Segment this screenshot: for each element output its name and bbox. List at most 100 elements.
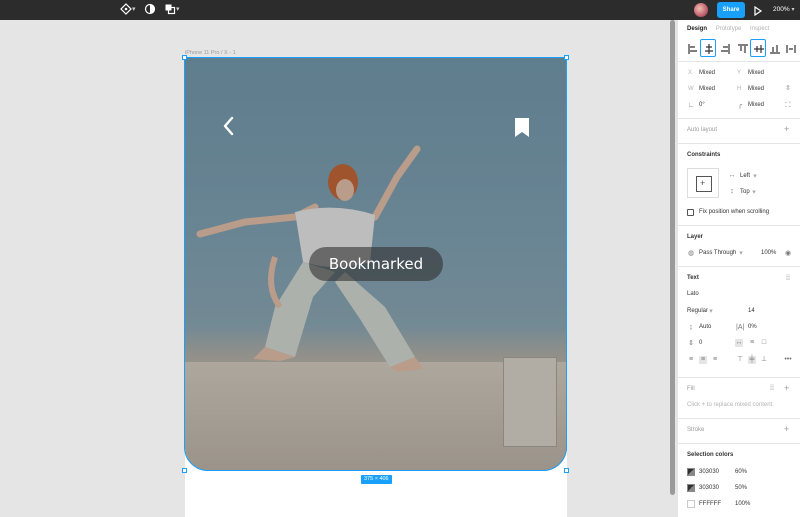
corner-radius-input[interactable]: Mixed: [748, 102, 764, 108]
move-tool-icon[interactable]: [119, 3, 133, 17]
vertical-constraint-select[interactable]: Top: [740, 189, 750, 195]
bookmarked-toast[interactable]: Bookmarked: [309, 247, 443, 281]
selection-color-hex[interactable]: FFFFFF: [699, 501, 721, 507]
divider: [678, 61, 800, 62]
align-bottom-icon[interactable]: [766, 39, 782, 57]
paragraph-spacing-input[interactable]: 0: [699, 340, 702, 346]
add-auto-layout-icon[interactable]: +: [784, 125, 789, 134]
stroke-title: Stroke: [687, 427, 705, 433]
auto-width-icon[interactable]: ↔: [735, 339, 743, 347]
layer-opacity-input[interactable]: 100%: [761, 250, 776, 256]
more-options-icon[interactable]: •••: [784, 356, 792, 364]
y-label: Y: [737, 70, 742, 76]
selection-color-opacity[interactable]: 50%: [735, 485, 747, 491]
frame-label[interactable]: iPhone 11 Pro / X - 1: [185, 50, 236, 56]
tab-inspect[interactable]: Inspect: [750, 26, 769, 32]
vertical-constraint-icon: ↕: [730, 188, 734, 195]
font-size-input[interactable]: 14: [748, 308, 755, 314]
align-right-icon[interactable]: [716, 39, 732, 57]
canvas[interactable]: iPhone 11 Pro / X - 1 Bookmarked 375 × 4…: [0, 20, 677, 517]
align-left-icon[interactable]: [684, 39, 700, 57]
align-horizontal-center-icon[interactable]: [700, 39, 716, 57]
blend-mode-select[interactable]: Pass Through: [699, 250, 736, 256]
color-swatch[interactable]: [687, 484, 695, 492]
rotation-input[interactable]: 0°: [699, 102, 705, 108]
alignment-toolbar: [684, 39, 798, 57]
horizontal-constraint-select[interactable]: Left: [740, 173, 750, 179]
line-height-input[interactable]: Auto: [699, 324, 711, 330]
avatar[interactable]: [694, 3, 708, 17]
shapes-chevron-icon[interactable]: ▾: [176, 3, 180, 17]
constrain-proportions-icon[interactable]: ⇳: [784, 85, 792, 93]
letter-spacing-input[interactable]: 0%: [748, 324, 757, 330]
resize-handle-bl[interactable]: [182, 468, 187, 473]
distribute-icon[interactable]: [782, 39, 798, 57]
fill-styles-icon[interactable]: ⁞⁞: [768, 385, 776, 393]
visibility-eye-icon[interactable]: ◉: [784, 250, 792, 258]
selection-color-hex[interactable]: 303030: [699, 485, 719, 491]
font-weight-select[interactable]: Regular: [687, 308, 708, 314]
selection-color-opacity[interactable]: 60%: [735, 469, 747, 475]
shapes-icon[interactable]: [163, 3, 177, 17]
w-label: W: [688, 86, 694, 92]
line-height-icon: ↨: [689, 324, 693, 331]
resize-handle-tl[interactable]: [182, 55, 187, 60]
rotation-icon: ∟: [687, 102, 695, 109]
blend-mode-icon: ◍: [687, 250, 695, 257]
bookmark-icon[interactable]: [515, 118, 529, 137]
align-top-icon[interactable]: [734, 39, 750, 57]
constraint-widget[interactable]: +: [687, 168, 719, 198]
contrast-icon[interactable]: [143, 3, 157, 17]
text-align-center-icon[interactable]: ≡: [699, 356, 707, 364]
text-align-left-icon[interactable]: ≡: [687, 356, 695, 364]
align-vertical-center-icon[interactable]: [750, 39, 766, 57]
size-badge: 375 × 406: [361, 475, 392, 484]
move-tool-chevron-icon[interactable]: ▾: [132, 3, 136, 17]
text-align-middle-icon[interactable]: ╪: [748, 356, 756, 364]
divider: [678, 118, 800, 119]
hero-photo[interactable]: Bookmarked: [185, 57, 567, 471]
h-label: H: [737, 86, 742, 92]
color-swatch[interactable]: [687, 468, 695, 476]
letter-spacing-icon: |A|: [736, 324, 745, 331]
fix-position-checkbox[interactable]: [687, 209, 694, 216]
h-input[interactable]: Mixed: [748, 86, 764, 92]
text-styles-icon[interactable]: ⁞⁞: [784, 275, 792, 283]
add-stroke-icon[interactable]: +: [784, 425, 789, 434]
text-align-right-icon[interactable]: ≡: [711, 356, 719, 364]
divider: [678, 418, 800, 419]
y-input[interactable]: Mixed: [748, 70, 764, 76]
add-fill-icon[interactable]: +: [784, 384, 789, 393]
color-swatch[interactable]: [687, 500, 695, 508]
fixed-size-icon[interactable]: □: [760, 339, 768, 347]
play-icon[interactable]: [753, 4, 763, 17]
w-input[interactable]: Mixed: [699, 86, 715, 92]
share-button[interactable]: Share: [717, 2, 745, 18]
zoom-dropdown[interactable]: 200% ▾: [773, 4, 794, 16]
fill-title: Fill: [687, 386, 695, 392]
divider: [678, 225, 800, 226]
phone-frame[interactable]: Bookmarked: [185, 57, 567, 517]
selection-color-hex[interactable]: 303030: [699, 469, 719, 475]
resize-handle-br[interactable]: [564, 468, 569, 473]
text-align-bottom-icon[interactable]: ⊥: [760, 356, 768, 364]
blend-mode-chevron-icon: ▾: [739, 250, 743, 257]
resize-handle-tr[interactable]: [564, 55, 569, 60]
corner-radius-icon: ╭: [737, 102, 743, 109]
zoom-chevron-icon: ▾: [791, 7, 795, 13]
auto-height-icon[interactable]: ≡: [748, 339, 756, 347]
font-weight-chevron-icon: ▾: [709, 308, 713, 315]
tab-prototype[interactable]: Prototype: [716, 26, 742, 32]
canvas-scrollbar[interactable]: [670, 20, 675, 495]
panel-tabs: Design Prototype Inspect: [687, 26, 776, 32]
back-chevron-icon[interactable]: [221, 115, 235, 137]
divider: [678, 377, 800, 378]
font-family-select[interactable]: Lato: [687, 291, 699, 297]
tab-design[interactable]: Design: [687, 26, 707, 32]
x-input[interactable]: Mixed: [699, 70, 715, 76]
constraint-center-icon[interactable]: +: [700, 178, 705, 188]
text-align-top-icon[interactable]: ⊤: [736, 356, 744, 364]
selection-color-opacity[interactable]: 100%: [735, 501, 750, 507]
horizontal-constraint-icon: ↔: [728, 172, 736, 179]
independent-corners-icon[interactable]: ⛶: [784, 102, 792, 110]
